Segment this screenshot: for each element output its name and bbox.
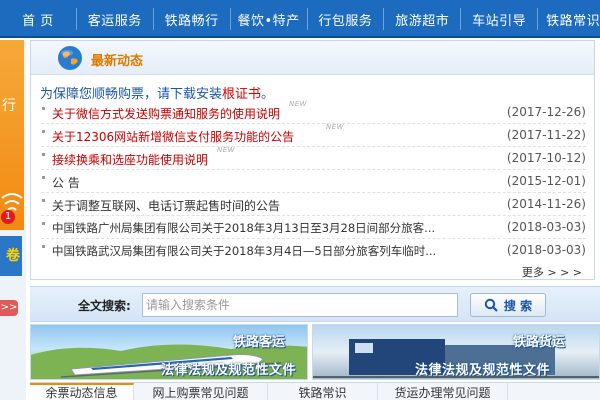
bottom-tabs: 余票动态信息 网上购票常见问题 铁路常识 货运办理常见问题 — [30, 382, 600, 400]
root-cert-link[interactable]: 根证书 — [222, 87, 261, 102]
bullet-icon — [42, 130, 45, 133]
passenger-banner-tag: 铁路客运 — [233, 335, 286, 350]
left-blue-banner[interactable]: 卷 — [0, 236, 22, 276]
news-item[interactable]: 接续换乘和选座功能使用说明 NEW (2017-10-12) — [41, 146, 586, 170]
nav-catering[interactable]: 餐饮•特产 — [231, 0, 307, 38]
news-item[interactable]: 中国铁路武汉局集团有限公司关于2018年3月4日—5日部分旅客列车临时... (… — [41, 240, 586, 262]
tab-remaining-tickets[interactable]: 余票动态信息 — [30, 383, 134, 400]
search-label: 全文搜索: — [78, 299, 131, 313]
row-divider — [41, 238, 586, 239]
news-item-date: (2018-03-03) — [506, 220, 586, 234]
freight-banner-tag: 铁路货运 — [513, 335, 566, 350]
news-item-title[interactable]: 关于调整互联网、电话订票起售时间的公告 — [52, 197, 280, 214]
bullet-icon — [42, 222, 45, 225]
root-cert-notice: 为保障您顺畅购票，请下载安装根证书。 — [40, 83, 274, 102]
news-item-title[interactable]: 中国铁路武汉局集团有限公司关于2018年3月4日—5日部分旅客列车临时... — [52, 243, 436, 259]
new-badge: NEW — [217, 146, 236, 154]
bullet-icon — [42, 245, 45, 248]
passenger-banner-subtitle: 法律法规及规范性文件 — [161, 363, 297, 378]
nav-home[interactable]: 首 页 — [0, 0, 76, 38]
nav-passenger-service[interactable]: 客运服务 — [77, 0, 153, 38]
tab-online-booking-faq[interactable]: 网上购票常见问题 — [134, 383, 268, 400]
row-divider — [41, 146, 586, 147]
search-button-label: 搜 索 — [503, 298, 533, 313]
latest-news-panel: 最新动态 为保障您顺畅购票，请下载安装根证书。 关于微信方式发送购票通知服务的使… — [30, 40, 595, 280]
notice-period: 。 — [261, 87, 275, 102]
news-item[interactable]: 关于调整互联网、电话订票起售时间的公告 (2014-11-26) — [41, 194, 586, 216]
news-item[interactable]: 关于12306网站新增微信支付服务功能的公告 NEW (2017-11-22) — [41, 123, 586, 147]
news-item-title[interactable]: 关于12306网站新增微信支付服务功能的公告 — [52, 128, 294, 145]
news-item[interactable]: 中国铁路广州局集团有限公司关于2018年3月13日至3月28日间部分旅客... … — [41, 217, 586, 239]
tab-freight-faq[interactable]: 货运办理常见问题 — [378, 383, 508, 400]
bullet-icon — [42, 199, 45, 202]
news-item-date: (2017-10-12) — [506, 151, 586, 165]
bullet-icon — [42, 176, 45, 179]
news-item-title[interactable]: 中国铁路广州局集团有限公司关于2018年3月13日至3月28日间部分旅客... — [52, 220, 435, 236]
nav-station-guide[interactable]: 车站引导 — [461, 0, 537, 38]
nav-travel-market[interactable]: 旅游超市 — [384, 0, 460, 38]
new-badge: NEW — [289, 100, 308, 108]
search-button[interactable]: 搜 索 — [470, 293, 546, 317]
row-divider — [41, 169, 586, 170]
left-promo-banner[interactable]: 行 — [0, 40, 24, 230]
news-item-date: (2014-11-26) — [506, 197, 586, 211]
news-item[interactable]: 公 告 (2015-12-01) — [41, 171, 586, 193]
news-item-date: (2017-12-26) — [506, 105, 586, 119]
notification-badge: 1 — [1, 210, 15, 224]
news-item-date: (2015-12-01) — [506, 174, 586, 188]
news-item-date: (2017-11-22) — [506, 128, 586, 142]
bullet-icon — [42, 153, 45, 156]
globe-icon — [58, 46, 82, 70]
new-badge: NEW — [326, 123, 345, 131]
news-item-title[interactable]: 接续换乘和选座功能使用说明 — [52, 151, 208, 168]
news-item-title[interactable]: 关于微信方式发送购票通知服务的使用说明 — [52, 105, 280, 122]
search-icon — [484, 298, 498, 312]
expand-arrow-button[interactable]: >> — [0, 300, 18, 316]
search-input[interactable] — [142, 293, 458, 317]
news-item[interactable]: 关于微信方式发送购票通知服务的使用说明 NEW (2017-12-26) — [41, 100, 586, 124]
news-item-title[interactable]: 公 告 — [52, 174, 80, 191]
tab-railway-knowledge[interactable]: 铁路常识 — [268, 383, 378, 400]
notice-text: 为保障您顺畅购票，请下载安装 — [40, 87, 223, 102]
freight-law-banner[interactable]: 铁路货运 法律法规及规范性文件 — [312, 324, 600, 380]
nav-baggage-service[interactable]: 行包服务 — [308, 0, 384, 38]
row-divider — [41, 123, 586, 124]
row-divider — [41, 192, 586, 193]
more-link[interactable]: 更多 > > > — [522, 264, 582, 280]
news-title: 最新动态 — [91, 54, 144, 69]
fulltext-search-bar: 全文搜索: 搜 索 — [30, 286, 600, 322]
row-divider — [41, 215, 586, 216]
top-nav: 首 页 客运服务 铁路畅行 餐饮•特产 行包服务 旅游超市 车站引导 铁路常识 — [0, 0, 600, 38]
freight-banner-subtitle: 法律法规及规范性文件 — [415, 363, 551, 378]
passenger-law-banner[interactable]: 铁路客运 法律法规及规范性文件 — [30, 324, 308, 380]
nav-railway-knowledge[interactable]: 铁路常识 — [538, 0, 600, 38]
news-header: 最新动态 — [31, 41, 594, 75]
news-item-date: (2018-03-03) — [506, 243, 586, 257]
left-promo-glyph: 行 — [2, 98, 16, 114]
bullet-icon — [42, 107, 45, 110]
nav-railway-travel[interactable]: 铁路畅行 — [154, 0, 230, 38]
